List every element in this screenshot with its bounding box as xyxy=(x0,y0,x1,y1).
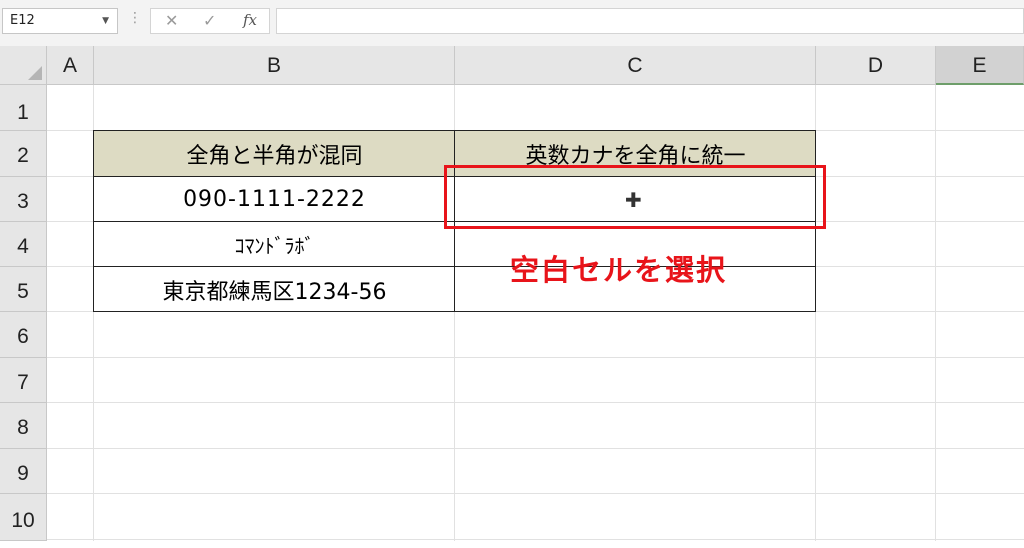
annotation-text: 空白セルを選択 xyxy=(510,253,728,287)
grid-line xyxy=(47,448,1024,449)
grid-line xyxy=(47,539,1024,540)
row-header-10[interactable]: 10 xyxy=(0,494,47,541)
table-cell-b4[interactable]: ｺﾏﾝﾄﾞﾗﾎﾞ xyxy=(94,222,455,267)
grid-line xyxy=(47,357,1024,358)
row-header-1[interactable]: 1 xyxy=(0,85,47,131)
table-header-cell[interactable]: 全角と半角が混同 xyxy=(94,131,455,177)
row-header-9[interactable]: 9 xyxy=(0,449,47,494)
cancel-icon[interactable]: ✕ xyxy=(165,11,178,30)
grid-line xyxy=(935,85,936,541)
chevron-down-icon[interactable]: ▼ xyxy=(102,9,109,33)
formula-bar: E12 ▼ ⋮ ✕ ✓ fx xyxy=(0,0,1024,46)
insert-function-icon[interactable]: fx xyxy=(243,11,257,29)
grid-line xyxy=(47,402,1024,403)
table-border xyxy=(94,311,816,312)
formula-input[interactable] xyxy=(276,8,1024,34)
name-box[interactable]: E12 ▼ xyxy=(2,8,118,34)
select-all-button[interactable] xyxy=(0,46,47,85)
table-cell-b5[interactable]: 東京都練馬区1234-56 xyxy=(94,267,455,312)
table-cell-b3[interactable]: 090-1111-2222 xyxy=(94,177,455,222)
row-header-8[interactable]: 8 xyxy=(0,403,47,449)
enter-icon[interactable]: ✓ xyxy=(203,11,216,30)
column-header-a[interactable]: A xyxy=(47,46,94,85)
row-header-2[interactable]: 2 xyxy=(0,131,47,177)
column-header-b[interactable]: B xyxy=(94,46,455,85)
table-border xyxy=(94,130,816,131)
drag-handle-icon[interactable]: ⋮ xyxy=(128,10,142,26)
row-header-5[interactable]: 5 xyxy=(0,267,47,312)
column-header-d[interactable]: D xyxy=(816,46,936,85)
grid-line xyxy=(47,493,1024,494)
column-header-e[interactable]: E xyxy=(936,46,1024,85)
column-header-c[interactable]: C xyxy=(455,46,816,85)
name-box-value: E12 xyxy=(10,13,35,28)
row-header-3[interactable]: 3 xyxy=(0,177,47,222)
row-header-7[interactable]: 7 xyxy=(0,358,47,403)
cross-cursor-icon: ✚ xyxy=(625,188,642,212)
row-header-4[interactable]: 4 xyxy=(0,222,47,267)
table-border xyxy=(93,130,94,312)
row-header-6[interactable]: 6 xyxy=(0,312,47,358)
formula-buttons: ✕ ✓ fx xyxy=(150,8,270,34)
